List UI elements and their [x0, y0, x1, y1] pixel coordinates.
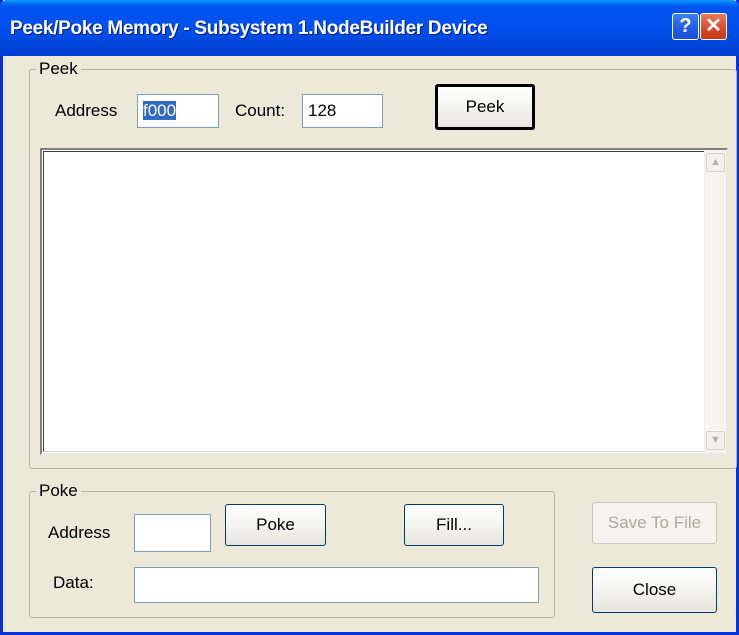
peek-output-area[interactable]: ▲ ▼: [40, 148, 728, 455]
window-title: Peek/Poke Memory - Subsystem 1.NodeBuild…: [10, 18, 488, 39]
poke-data-input[interactable]: [134, 567, 539, 603]
poke-group-label: Poke: [36, 481, 81, 501]
poke-address-label: Address: [48, 523, 111, 542]
poke-address-input[interactable]: [134, 514, 211, 552]
peek-count-label: Count:: [235, 101, 286, 120]
peek-address-value: f000: [143, 101, 177, 120]
peek-count-input[interactable]: 128: [302, 94, 383, 128]
close-icon[interactable]: ✕: [700, 13, 727, 40]
fill-button[interactable]: Fill...: [404, 504, 504, 546]
title-bar[interactable]: Peek/Poke Memory - Subsystem 1.NodeBuild…: [0, 0, 739, 56]
peek-poke-dialog: Peek/Poke Memory - Subsystem 1.NodeBuild…: [0, 0, 739, 635]
close-button[interactable]: Close: [592, 567, 717, 613]
peek-group-label: Peek: [36, 59, 81, 79]
poke-data-label: Data:: [53, 573, 94, 592]
scroll-down-arrow-icon[interactable]: ▼: [706, 431, 725, 450]
peek-address-label: Address: [55, 101, 118, 120]
poke-button[interactable]: Poke: [225, 504, 326, 546]
vertical-scrollbar[interactable]: ▲ ▼: [704, 150, 726, 453]
save-to-file-button[interactable]: Save To File: [592, 502, 717, 544]
peek-address-input[interactable]: f000: [137, 94, 219, 128]
peek-output-text: [43, 151, 725, 452]
help-icon[interactable]: ?: [672, 13, 699, 40]
peek-button[interactable]: Peek: [435, 84, 535, 130]
scroll-up-arrow-icon[interactable]: ▲: [706, 153, 725, 172]
